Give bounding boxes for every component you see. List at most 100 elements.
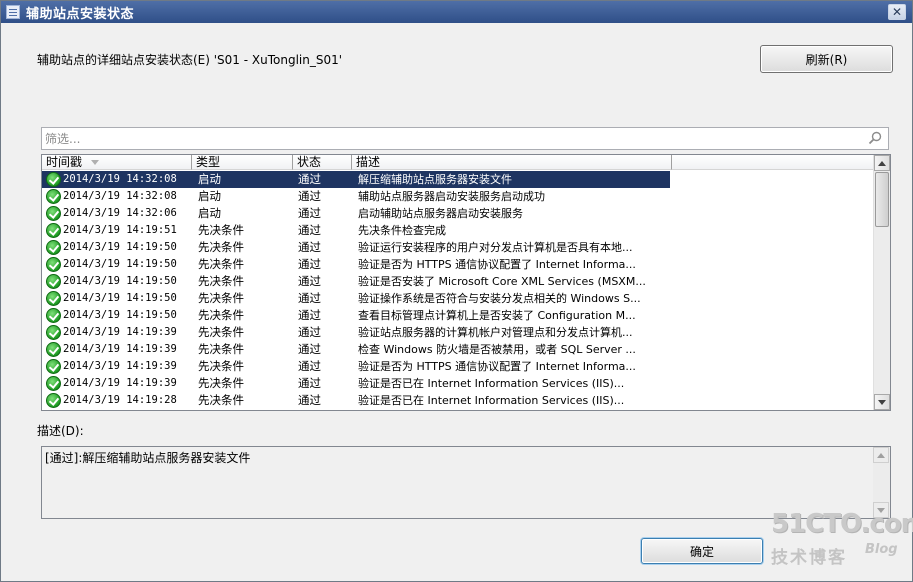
pass-check-icon: [46, 342, 61, 357]
scroll-up-button[interactable]: [874, 155, 890, 171]
cell-timestamp: 2014/3/19 14:19:39: [63, 360, 177, 372]
table-row[interactable]: 2014/3/19 14:32:08 启动 通过 辅助站点服务器启动安装服务启动成功: [42, 188, 874, 205]
cell-description: 先决条件检查完成: [358, 224, 446, 237]
description-label: 描述(D):: [37, 424, 84, 438]
cell-status: 通过: [298, 376, 321, 390]
search-icon[interactable]: [868, 131, 882, 145]
desc-scroll-up-button: [873, 447, 889, 463]
arrow-down-icon: [878, 400, 886, 405]
cell-type: 先决条件: [198, 274, 244, 288]
pass-check-icon: [46, 308, 61, 323]
cell-status: 通过: [298, 189, 321, 203]
cell-type: 先决条件: [198, 308, 244, 322]
table-row[interactable]: 2014/3/19 14:19:28 先决条件 通过 验证是否已在 Internet …: [42, 392, 874, 409]
filter-input[interactable]: [45, 130, 855, 147]
window-title: 辅助站点安装状态: [26, 6, 135, 22]
cell-description: 验证是否为 HTTPS 通信协议配置了 Internet Informa...: [358, 258, 636, 271]
pass-check-icon: [46, 206, 61, 221]
pass-check-icon: [46, 189, 61, 204]
pass-check-icon: [46, 291, 61, 306]
cell-description: 验证是否为 HTTPS 通信协议配置了 Internet Informa...: [358, 360, 636, 373]
filter-box[interactable]: [41, 127, 889, 150]
cell-description: 检查 Windows 防火墙是否被禁用，或者 SQL Server ...: [358, 343, 636, 356]
pass-check-icon: [46, 240, 61, 255]
cell-type: 先决条件: [198, 257, 244, 271]
status-label: 辅助站点的详细站点安装状态(E) 'S01 - XuTonglin_S01': [37, 53, 343, 67]
table-row[interactable]: 2014/3/19 14:19:51 先决条件 通过 先决条件检查完成: [42, 222, 874, 239]
table-body: 2014/3/19 14:32:08 启动 通过 解压缩辅助站点服务器安装文件 2014…: [42, 171, 874, 409]
cell-status: 通过: [298, 206, 321, 220]
table-row[interactable]: 2014/3/19 14:19:39 先决条件 通过 检查 Windows 防火墙是否…: [42, 341, 874, 358]
pass-check-icon: [46, 223, 61, 238]
cell-description: 解压缩辅助站点服务器安装文件: [358, 173, 512, 186]
cell-type: 先决条件: [198, 291, 244, 305]
table-row[interactable]: 2014/3/19 14:19:39 先决条件 通过 验证是否为 HTTPS 通信协议…: [42, 358, 874, 375]
pass-check-icon: [46, 257, 61, 272]
cell-type: 启动: [198, 206, 221, 220]
column-header-type[interactable]: 类型: [192, 155, 293, 170]
close-button[interactable]: ✕: [888, 4, 906, 20]
cell-status: 通过: [298, 257, 321, 271]
cell-type: 先决条件: [198, 223, 244, 237]
pass-check-icon: [46, 359, 61, 374]
cell-type: 先决条件: [198, 359, 244, 373]
cell-timestamp: 2014/3/19 14:19:39: [63, 326, 177, 338]
cell-type: 先决条件: [198, 376, 244, 390]
table-row[interactable]: 2014/3/19 14:32:06 启动 通过 启动辅助站点服务器启动安装服务: [42, 205, 874, 222]
window-icon: [6, 5, 20, 19]
cell-timestamp: 2014/3/19 14:19:39: [63, 377, 177, 389]
column-header-description[interactable]: 描述: [352, 155, 672, 170]
cell-description: 启动辅助站点服务器启动安装服务: [358, 207, 523, 220]
cell-status: 通过: [298, 342, 321, 356]
table-row[interactable]: 2014/3/19 14:19:50 先决条件 通过 验证运行安装程序的用户对分发点计…: [42, 239, 874, 256]
cell-status: 通过: [298, 359, 321, 373]
table-row[interactable]: 2014/3/19 14:19:39 先决条件 通过 验证是否已在 Internet …: [42, 375, 874, 392]
pass-check-icon: [46, 376, 61, 391]
scroll-thumb[interactable]: [875, 172, 889, 227]
table-header: 时间戳 类型 状态 描述: [42, 155, 874, 171]
scroll-down-button[interactable]: [874, 394, 890, 410]
cell-status: 通过: [298, 240, 321, 254]
dialog-window: 辅助站点安装状态 ✕ 辅助站点的详细站点安装状态(E) 'S01 - XuTon…: [0, 0, 913, 582]
cell-timestamp: 2014/3/19 14:19:51: [63, 224, 177, 236]
cell-timestamp: 2014/3/19 14:32:08: [63, 190, 177, 202]
pass-check-icon: [46, 393, 61, 408]
cell-timestamp: 2014/3/19 14:32:06: [63, 207, 177, 219]
pass-check-icon: [46, 172, 61, 187]
cell-status: 通过: [298, 223, 321, 237]
title-bar[interactable]: 辅助站点安装状态 ✕: [1, 1, 912, 23]
cell-timestamp: 2014/3/19 14:19:28: [63, 394, 177, 406]
cell-description: 验证操作系统是否符合与安装分发点相关的 Windows S...: [358, 292, 641, 305]
cell-type: 先决条件: [198, 393, 244, 407]
table-row[interactable]: 2014/3/19 14:19:39 先决条件 通过 验证站点服务器的计算机帐户对管理…: [42, 324, 874, 341]
column-header-status[interactable]: 状态: [293, 155, 352, 170]
cell-type: 先决条件: [198, 240, 244, 254]
cell-timestamp: 2014/3/19 14:19:39: [63, 343, 177, 355]
cell-status: 通过: [298, 325, 321, 339]
refresh-button[interactable]: 刷新(R): [760, 45, 893, 73]
cell-description: 辅助站点服务器启动安装服务启动成功: [358, 190, 545, 203]
table-row[interactable]: 2014/3/19 14:19:50 先决条件 通过 验证操作系统是否符合与安装分发点…: [42, 290, 874, 307]
cell-timestamp: 2014/3/19 14:19:50: [63, 292, 177, 304]
table-row[interactable]: 2014/3/19 14:19:50 先决条件 通过 验证是否为 HTTPS 通信协议…: [42, 256, 874, 273]
description-box[interactable]: [通过]:解压缩辅助站点服务器安装文件: [41, 446, 891, 519]
cell-description: 验证是否已在 Internet Information Services (II…: [358, 377, 625, 390]
cell-timestamp: 2014/3/19 14:19:50: [63, 309, 177, 321]
table-row[interactable]: 2014/3/19 14:19:50 先决条件 通过 验证是否安装了 Microsof…: [42, 273, 874, 290]
desc-scroll-down-button: [873, 502, 889, 518]
arrow-up-icon: [877, 453, 885, 458]
description-text: [通过]:解压缩辅助站点服务器安装文件: [45, 451, 251, 465]
table-row[interactable]: 2014/3/19 14:32:08 启动 通过 解压缩辅助站点服务器安装文件: [42, 171, 874, 188]
arrow-up-icon: [878, 161, 886, 166]
table-scrollbar[interactable]: [873, 155, 890, 410]
ok-button[interactable]: 确定: [641, 538, 763, 564]
sort-arrow-icon: [91, 160, 99, 165]
table-row[interactable]: 2014/3/19 14:19:50 先决条件 通过 查看目标管理点计算机上是否安装了…: [42, 307, 874, 324]
pass-check-icon: [46, 274, 61, 289]
cell-description: 验证是否安装了 Microsoft Core XML Services (MSX…: [358, 275, 646, 288]
column-header-timestamp[interactable]: 时间戳: [42, 155, 192, 170]
cell-status: 通过: [298, 274, 321, 288]
cell-description: 查看目标管理点计算机上是否安装了 Configuration M...: [358, 309, 636, 322]
status-table[interactable]: 时间戳 类型 状态 描述 2014/3/19 14:32:08 启动 通过 解压缩辅助…: [41, 154, 891, 411]
cell-status: 通过: [298, 172, 321, 186]
